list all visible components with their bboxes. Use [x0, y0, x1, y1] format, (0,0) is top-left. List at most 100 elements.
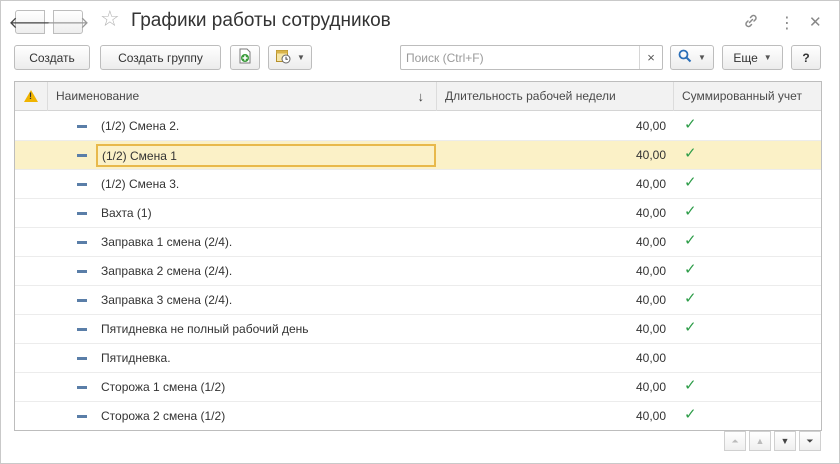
chevron-down-icon: ▼ [297, 53, 305, 62]
check-icon: ✓ [684, 232, 697, 249]
table-row[interactable]: (1/2) Смена 3. 40,00 ✓ [15, 170, 821, 199]
check-icon: ✓ [684, 116, 697, 133]
row-name: Сторожа 1 смена (1/2) [101, 380, 226, 394]
search-input[interactable] [401, 46, 639, 69]
table-row[interactable]: Пятидневка. 40,00 [15, 344, 821, 373]
row-duration: 40,00 [635, 235, 666, 249]
calendar-clock-icon [275, 48, 291, 67]
row-duration: 40,00 [635, 409, 666, 423]
create-group-button[interactable]: Создать группу [100, 45, 221, 70]
column-warning[interactable] [15, 82, 48, 111]
row-name: Пятидневка не полный рабочий день [101, 322, 309, 336]
row-duration: 40,00 [635, 148, 666, 162]
item-icon [77, 125, 87, 128]
schedule-menu-button[interactable]: ▼ [268, 45, 312, 70]
item-icon [77, 357, 87, 360]
more-vertical-icon[interactable]: ⋮ [779, 13, 795, 33]
link-icon[interactable] [743, 13, 759, 33]
skip-down-icon: ⏷ [806, 435, 814, 446]
more-button[interactable]: Еще ▼ [722, 45, 783, 70]
row-duration: 40,00 [635, 206, 666, 220]
item-icon [77, 386, 87, 389]
title-bar: 🡐 🡒 ☆ Графики работы сотрудников ⋮ ✕ [1, 1, 840, 43]
row-duration: 40,00 [635, 264, 666, 278]
table-body: (1/2) Смена 2. 40,00 ✓ (1/2) Смена 1 40,… [15, 112, 821, 430]
window: 🡐 🡒 ☆ Графики работы сотрудников ⋮ ✕ Соз… [0, 0, 840, 464]
column-summary[interactable]: Суммированный учет [674, 82, 821, 111]
check-icon: ✓ [684, 406, 697, 423]
check-icon: ✓ [684, 319, 697, 336]
row-name: (1/2) Смена 2. [101, 119, 180, 133]
column-duration[interactable]: Длительность рабочей недели [437, 82, 674, 111]
create-button[interactable]: Создать [14, 45, 90, 70]
table-row[interactable]: (1/2) Смена 1 40,00 ✓ [15, 141, 821, 170]
search-button[interactable]: ▼ [670, 45, 714, 70]
item-icon [77, 241, 87, 244]
row-duration: 40,00 [635, 293, 666, 307]
table-row[interactable]: Сторожа 2 смена (1/2) 40,00 ✓ [15, 402, 821, 430]
check-icon: ✓ [684, 290, 697, 307]
column-name[interactable]: Наименование ↓ [48, 82, 437, 111]
back-button[interactable]: 🡐 [9, 10, 51, 34]
check-icon: ✓ [684, 174, 697, 191]
table-row[interactable]: Заправка 3 смена (2/4). 40,00 ✓ [15, 286, 821, 315]
search-field[interactable]: × [400, 45, 663, 70]
table-row[interactable]: Сторожа 1 смена (1/2) 40,00 ✓ [15, 373, 821, 402]
item-icon [77, 154, 87, 157]
search-icon [678, 49, 692, 66]
row-name: Заправка 3 смена (2/4). [101, 293, 233, 307]
chevron-down-icon: ▼ [780, 436, 790, 446]
scroll-up-button[interactable]: ▲ [749, 431, 771, 451]
row-duration: 40,00 [635, 177, 666, 191]
table-row[interactable]: Заправка 2 смена (2/4). 40,00 ✓ [15, 257, 821, 286]
row-duration: 40,00 [635, 119, 666, 133]
scroll-down-button[interactable]: ▼ [774, 431, 796, 451]
row-name: Вахта (1) [101, 206, 152, 220]
item-icon [77, 328, 87, 331]
check-icon [684, 344, 704, 373]
row-duration: 40,00 [635, 380, 666, 394]
row-duration: 40,00 [635, 322, 666, 336]
forward-button[interactable]: 🡒 [47, 10, 89, 34]
check-icon: ✓ [684, 377, 697, 394]
row-name: Пятидневка. [101, 351, 171, 365]
chevron-up-icon: ▲ [755, 436, 765, 446]
sort-down-icon: ↓ [417, 89, 425, 104]
schedules-table: Наименование ↓ Длительность рабочей неде… [14, 81, 822, 431]
check-icon: ✓ [684, 203, 697, 220]
warning-icon [24, 90, 38, 102]
table-row[interactable]: Пятидневка не полный рабочий день 40,00 … [15, 315, 821, 344]
item-icon [77, 212, 87, 215]
close-icon[interactable]: ✕ [809, 13, 822, 31]
chevron-down-icon: ▼ [698, 53, 706, 62]
column-name-label: Наименование [56, 89, 140, 103]
help-button[interactable]: ? [791, 45, 821, 70]
arrow-left-icon: 🡐 [8, 14, 52, 32]
star-icon[interactable]: ☆ [100, 8, 120, 30]
page-title: Графики работы сотрудников [131, 10, 391, 31]
chevron-down-icon: ▼ [763, 53, 772, 62]
item-icon [77, 270, 87, 273]
table-header: Наименование ↓ Длительность рабочей неде… [15, 82, 821, 111]
scroll-last-button[interactable]: ⏷ [799, 431, 821, 451]
row-name: Сторожа 2 смена (1/2) [101, 409, 226, 423]
row-name: (1/2) Смена 3. [101, 177, 180, 191]
item-icon [77, 183, 87, 186]
clear-search-icon[interactable]: × [639, 46, 662, 69]
table-row[interactable]: (1/2) Смена 2. 40,00 ✓ [15, 112, 821, 141]
scroll-first-button[interactable]: ⏶ [724, 431, 746, 451]
arrow-right-icon: 🡒 [46, 14, 90, 32]
row-name: Заправка 2 смена (2/4). [101, 264, 233, 278]
add-item-button[interactable] [230, 45, 260, 70]
row-name: (1/2) Смена 1 [96, 144, 436, 167]
table-row[interactable]: Вахта (1) 40,00 ✓ [15, 199, 821, 228]
check-icon: ✓ [684, 145, 697, 162]
row-name: Заправка 1 смена (2/4). [101, 235, 233, 249]
table-row[interactable]: Заправка 1 смена (2/4). 40,00 ✓ [15, 228, 821, 257]
add-document-icon [237, 48, 253, 67]
row-duration: 40,00 [635, 351, 666, 365]
item-icon [77, 415, 87, 418]
skip-up-icon: ⏶ [731, 435, 739, 446]
item-icon [77, 299, 87, 302]
more-label: Еще [733, 50, 758, 65]
